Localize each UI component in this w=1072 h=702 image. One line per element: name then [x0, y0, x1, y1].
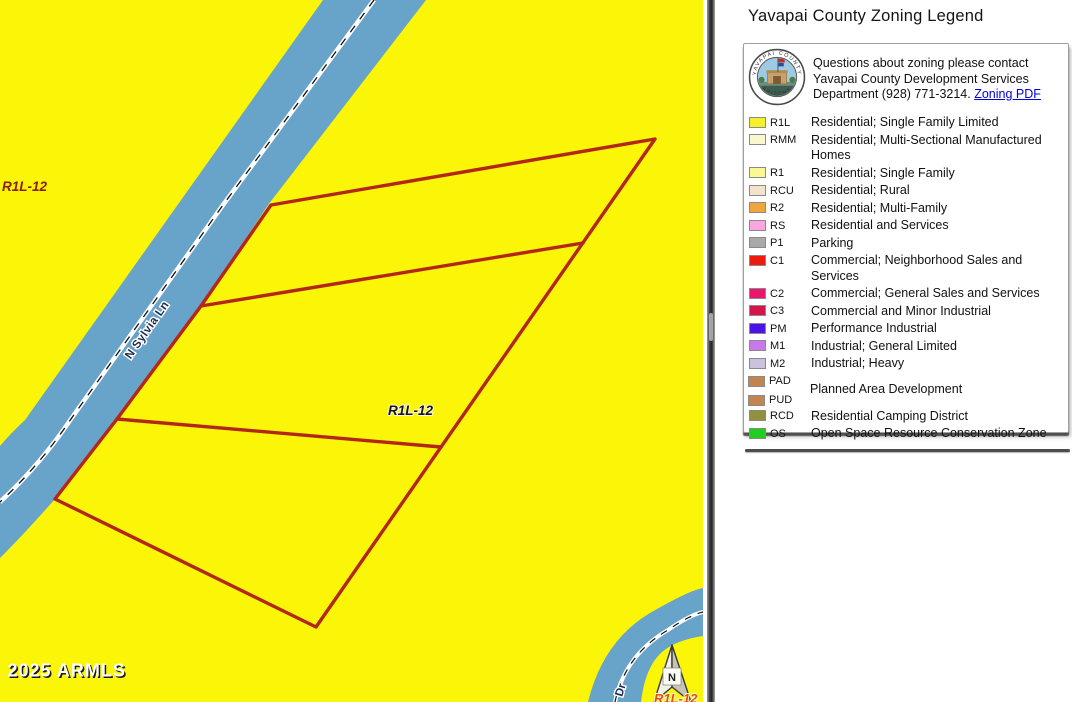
legend-row-c2: C2 Commercial; General Sales and Service… [748, 286, 1068, 302]
zone-desc-pad-pud: Planned Area Development [810, 382, 1068, 398]
contact-text: Questions about zoning please contact Ya… [813, 56, 1041, 103]
legend-row-pm: PM Performance Industrial [748, 321, 1068, 337]
legend-row-rcu: RCU Residential; Rural [748, 183, 1068, 199]
zoning-map[interactable]: R1L-12 R1L-12 N Sylvia Ln Dr N R1L-12 20… [0, 0, 703, 702]
north-arrow-label: N [668, 672, 676, 684]
zone-swatch-r1l [749, 117, 766, 128]
zone-swatch-os [749, 428, 766, 439]
zone-code-pm: PM [766, 322, 811, 336]
zone-desc-r1: Residential; Single Family [811, 166, 1068, 182]
zone-desc-c1: Commercial; Neighborhood Sales and Servi… [811, 253, 1068, 284]
zone-swatch-m1 [749, 340, 766, 351]
zone-label-left: R1L-12 [2, 179, 48, 194]
zone-desc-c2: Commercial; General Sales and Services [811, 286, 1068, 302]
zone-swatch-c3 [749, 305, 766, 316]
zone-code-pad: PAD [765, 374, 810, 388]
zone-desc-pm: Performance Industrial [811, 321, 1068, 337]
contact-line-3: Department (928) 771-3214. [813, 87, 974, 101]
legend-panel: Yavapai County Zoning Legend [715, 0, 1072, 702]
zone-desc-rcd: Residential Camping District [811, 409, 1068, 425]
zone-swatch-m2 [749, 358, 766, 369]
legend-row-rs: RS Residential and Services [748, 218, 1068, 234]
zone-label-bottom-right: R1L-12 [654, 691, 698, 702]
zone-swatch-r1 [749, 167, 766, 178]
zone-code-r1l: R1L [766, 116, 811, 130]
legend-row-rcd: RCD Residential Camping District [748, 409, 1068, 425]
zone-swatch-c1 [749, 255, 766, 266]
zone-desc-r2: Residential; Multi-Family [811, 201, 1068, 217]
panel-separator [745, 449, 1070, 452]
zone-swatch-r2 [749, 202, 766, 213]
zone-code-pud: PUD [765, 393, 810, 407]
zone-desc-p1: Parking [811, 236, 1068, 252]
legend-row-p1: P1 Parking [748, 236, 1068, 252]
attribution-watermark: 2025 ARMLS [8, 661, 126, 681]
zoning-pdf-link[interactable]: Zoning PDF [974, 87, 1041, 101]
zone-code-r2: R2 [766, 201, 811, 215]
zone-swatch-pud [748, 395, 765, 406]
zone-swatch-pm [749, 323, 766, 334]
panel-divider-handle[interactable] [709, 313, 713, 341]
legend-row-m2: M2 Industrial; Heavy [748, 356, 1068, 372]
zone-code-rcu: RCU [766, 184, 811, 198]
legend-row-r1: R1 Residential; Single Family [748, 166, 1068, 182]
zone-desc-c3: Commercial and Minor Industrial [811, 304, 1068, 320]
legend-row-r1l: R1L Residential; Single Family Limited [748, 115, 1068, 131]
zone-desc-rs: Residential and Services [811, 218, 1068, 234]
legend-row-rmm: RMM Residential; Multi-Sectional Manufac… [748, 133, 1068, 164]
zone-label-center: R1L-12 [388, 403, 434, 418]
legend-rows: R1L Residential; Single Family Limited R… [748, 115, 1068, 442]
zone-code-m1: M1 [766, 339, 811, 353]
legend-row-c1: C1 Commercial; Neighborhood Sales and Se… [748, 253, 1068, 284]
panel-divider [707, 0, 715, 702]
zone-code-r1: R1 [766, 166, 811, 180]
zone-code-c2: C2 [766, 287, 811, 301]
legend-row-r2: R2 Residential; Multi-Family [748, 201, 1068, 217]
legend-row-c3: C3 Commercial and Minor Industrial [748, 304, 1068, 320]
zone-desc-m2: Industrial; Heavy [811, 356, 1068, 372]
legend-row-pad-pud: PAD PUD Planned Area Development [748, 374, 1068, 407]
zone-code-p1: P1 [766, 236, 811, 250]
zone-desc-rcu: Residential; Rural [811, 183, 1068, 199]
zone-swatch-rmm [749, 134, 766, 145]
yavapai-county-seal-icon: YAVAPAI COUNTY ARIZONA [748, 48, 806, 106]
zone-desc-r1l: Residential; Single Family Limited [811, 115, 1068, 131]
legend-title: Yavapai County Zoning Legend [748, 7, 984, 26]
zone-swatch-c2 [749, 288, 766, 299]
contact-line-1: Questions about zoning please contact [813, 56, 1028, 70]
zone-swatch-rcu [749, 185, 766, 196]
zone-swatch-p1 [749, 237, 766, 248]
zone-swatch-rs [749, 220, 766, 231]
zone-code-c1: C1 [766, 254, 811, 268]
zone-code-os: OS [766, 427, 811, 441]
zone-swatch-rcd [749, 410, 766, 421]
zone-desc-rmm: Residential; Multi-Sectional Manufacture… [811, 133, 1068, 164]
zone-code-c3: C3 [766, 304, 811, 318]
zone-code-rs: RS [766, 219, 811, 233]
legend-row-os: OS Open Space Resource Conservation Zone [748, 426, 1068, 442]
zone-desc-m1: Industrial; General Limited [811, 339, 1068, 355]
legend-box: YAVAPAI COUNTY ARIZONA Questions about z… [743, 43, 1069, 433]
zone-swatch-pad [748, 376, 765, 387]
contact-line-2: Yavapai County Development Services [813, 72, 1029, 86]
zone-code-rmm: RMM [766, 133, 811, 147]
zone-code-rcd: RCD [766, 409, 811, 423]
zone-desc-os: Open Space Resource Conservation Zone [811, 426, 1068, 442]
legend-row-m1: M1 Industrial; General Limited [748, 339, 1068, 355]
zone-code-m2: M2 [766, 357, 811, 371]
